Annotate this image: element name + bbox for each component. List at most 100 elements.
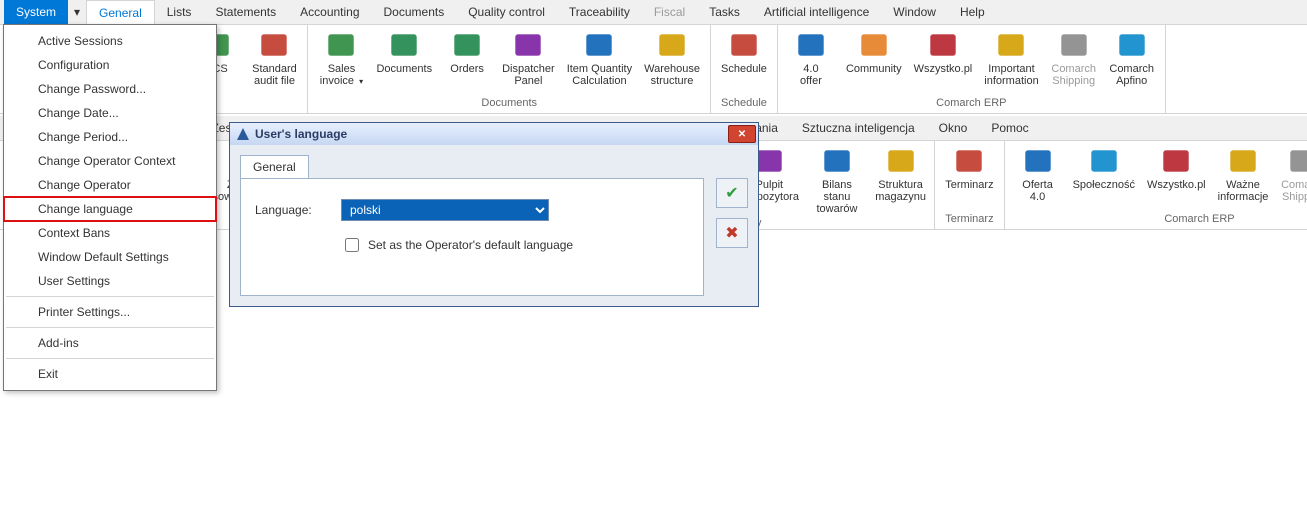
dialog-icon (236, 127, 250, 141)
menu-documents[interactable]: Documents (372, 0, 457, 24)
sysmenu-active-sessions[interactable]: Active Sessions (4, 29, 216, 53)
spolecznosc-label: Społeczność (1073, 179, 1135, 191)
menu-lists[interactable]: Lists (155, 0, 204, 24)
ribbon-group: TerminarzTerminarz (935, 141, 1004, 229)
wazne-informacje-button[interactable]: Ważne informacje (1212, 143, 1275, 212)
40-offer-label: 4.0 offer (800, 63, 822, 87)
terminarz-button[interactable]: Terminarz (939, 143, 999, 212)
sysmenu-change-operator[interactable]: Change Operator (4, 173, 216, 197)
menu-quality-control[interactable]: Quality control (456, 0, 557, 24)
dialog-tab-general[interactable]: General (240, 155, 309, 178)
oferta-40-button[interactable]: Oferta 4.0 (1009, 143, 1067, 212)
sysmenu-configuration[interactable]: Configuration (4, 53, 216, 77)
default-language-label: Set as the Operator's default language (368, 238, 573, 252)
standard-audit-file-icon (258, 29, 290, 61)
wszystko-pl-button[interactable]: Wszystko.pl (1141, 143, 1212, 212)
warehouse-structure-button[interactable]: Warehouse structure (638, 27, 706, 96)
sales-invoice-button[interactable]: Sales invoice ▾ (312, 27, 370, 96)
system-menu: Active SessionsConfigurationChange Passw… (3, 24, 217, 391)
menu-accounting[interactable]: Accounting (288, 0, 371, 24)
comarch-shipping-button: Comarch Shipping (1274, 143, 1307, 212)
wszystko-pl-label: Wszystko.pl (1147, 179, 1206, 191)
dialog-titlebar[interactable]: User's language ✕ (230, 123, 758, 145)
menu-fiscal[interactable]: Fiscal (642, 0, 697, 24)
orders-label: Orders (450, 63, 484, 75)
comarch-apfino-icon (1116, 29, 1148, 61)
40-offer-button[interactable]: 4.0 offer (782, 27, 840, 96)
default-language-checkbox[interactable] (345, 238, 359, 252)
sysmenu-window-default-settings[interactable]: Window Default Settings (4, 245, 216, 269)
community-button[interactable]: Community (840, 27, 908, 96)
spolecznosc-button[interactable]: Społeczność (1067, 143, 1141, 212)
language-select[interactable]: polski (341, 199, 549, 221)
bilans-stanu-towarow-icon (821, 145, 853, 177)
sysmenu-context-bans[interactable]: Context Bans (4, 221, 216, 245)
community-label: Community (846, 63, 902, 75)
wszystko-pl-button[interactable]: Wszystko.pl (908, 27, 979, 96)
bilans-stanu-towarow-button[interactable]: Bilans stanu towarów (803, 143, 871, 216)
oferta-40-label: Oferta 4.0 (1022, 179, 1053, 203)
important-information-label: Important information (984, 63, 1038, 87)
standard-audit-file-button[interactable]: Standard audit file (245, 27, 303, 96)
schedule-label: Schedule (721, 63, 767, 75)
menu-help[interactable]: Help (948, 0, 997, 24)
documents-button[interactable]: Documents (370, 27, 438, 96)
dispatcher-panel-label: Dispatcher Panel (502, 63, 555, 87)
sysmenu-change-language[interactable]: Change language (4, 197, 216, 221)
sysmenu-printer-settings-[interactable]: Printer Settings... (4, 300, 216, 324)
important-information-button[interactable]: Important information (978, 27, 1044, 96)
sysmenu-change-date-[interactable]: Change Date... (4, 101, 216, 125)
comarch-shipping-label: Comarch Shipping (1281, 179, 1307, 203)
wszystko-pl-label: Wszystko.pl (914, 63, 973, 75)
sysmenu-change-period-[interactable]: Change Period... (4, 125, 216, 149)
struktura-magazynu-label: Struktura magazynu (875, 179, 926, 203)
40-offer-icon (795, 29, 827, 61)
comarch-apfino-button[interactable]: Comarch Apfino (1103, 27, 1161, 96)
dialog-cancel-button[interactable]: ✖ (716, 218, 748, 248)
sysmenu-exit[interactable]: Exit (4, 362, 216, 386)
bilans-stanu-towarow-label: Bilans stanu towarów (809, 179, 865, 215)
schedule-button[interactable]: Schedule (715, 27, 773, 96)
dispatcher-panel-button[interactable]: Dispatcher Panel (496, 27, 561, 96)
menu-traceability[interactable]: Traceability (557, 0, 642, 24)
ribbon-group: Sales invoice ▾ Documents Orders Dispatcher… (308, 25, 710, 113)
item-quantity-calculation-button[interactable]: Item Quantity Calculation (561, 27, 638, 96)
group-label: Terminarz (939, 212, 999, 227)
menu-statements[interactable]: Statements (203, 0, 288, 24)
comarch-shipping-label: Comarch Shipping (1051, 63, 1096, 87)
ribbon-group: Schedule Schedule (711, 25, 778, 113)
orders-icon (451, 29, 483, 61)
menu-artificial-intelligence[interactable]: Artificial intelligence (752, 0, 881, 24)
menu-general[interactable]: General (86, 0, 155, 24)
group-label: Schedule (715, 96, 773, 111)
menu-tasks[interactable]: Tasks (697, 0, 752, 24)
menu-sztuczna-inteligencja[interactable]: Sztuczna inteligencja (790, 116, 927, 140)
menu-separator (6, 327, 214, 328)
standard-audit-file-label: Standard audit file (252, 63, 297, 87)
sysmenu-add-ins[interactable]: Add-ins (4, 331, 216, 355)
wazne-informacje-label: Ważne informacje (1218, 179, 1269, 203)
warehouse-structure-label: Warehouse structure (644, 63, 700, 87)
menu-system[interactable]: System (4, 0, 68, 24)
dialog-ok-button[interactable]: ✔ (716, 178, 748, 208)
menu-pomoc[interactable]: Pomoc (979, 116, 1040, 140)
comarch-shipping-icon (1287, 145, 1307, 177)
group-label: Comarch ERP (1009, 212, 1307, 227)
terminarz-icon (953, 145, 985, 177)
struktura-magazynu-button[interactable]: Struktura magazynu (871, 143, 930, 216)
menu-window[interactable]: Window (881, 0, 948, 24)
sales-invoice-label: Sales invoice ▾ (320, 63, 363, 88)
community-icon (858, 29, 890, 61)
menu-okno[interactable]: Okno (927, 116, 980, 140)
dialog-close-button[interactable]: ✕ (728, 125, 756, 143)
struktura-magazynu-icon (885, 145, 917, 177)
users-language-dialog: User's language ✕ General Language: pols… (229, 122, 759, 307)
menu-separator (6, 296, 214, 297)
oferta-40-icon (1022, 145, 1054, 177)
orders-button[interactable]: Orders (438, 27, 496, 96)
sysmenu-user-settings[interactable]: User Settings (4, 269, 216, 293)
sysmenu-change-operator-context[interactable]: Change Operator Context (4, 149, 216, 173)
schedule-icon (728, 29, 760, 61)
qat-dropdown[interactable]: ▾ (68, 0, 86, 24)
sysmenu-change-password-[interactable]: Change Password... (4, 77, 216, 101)
